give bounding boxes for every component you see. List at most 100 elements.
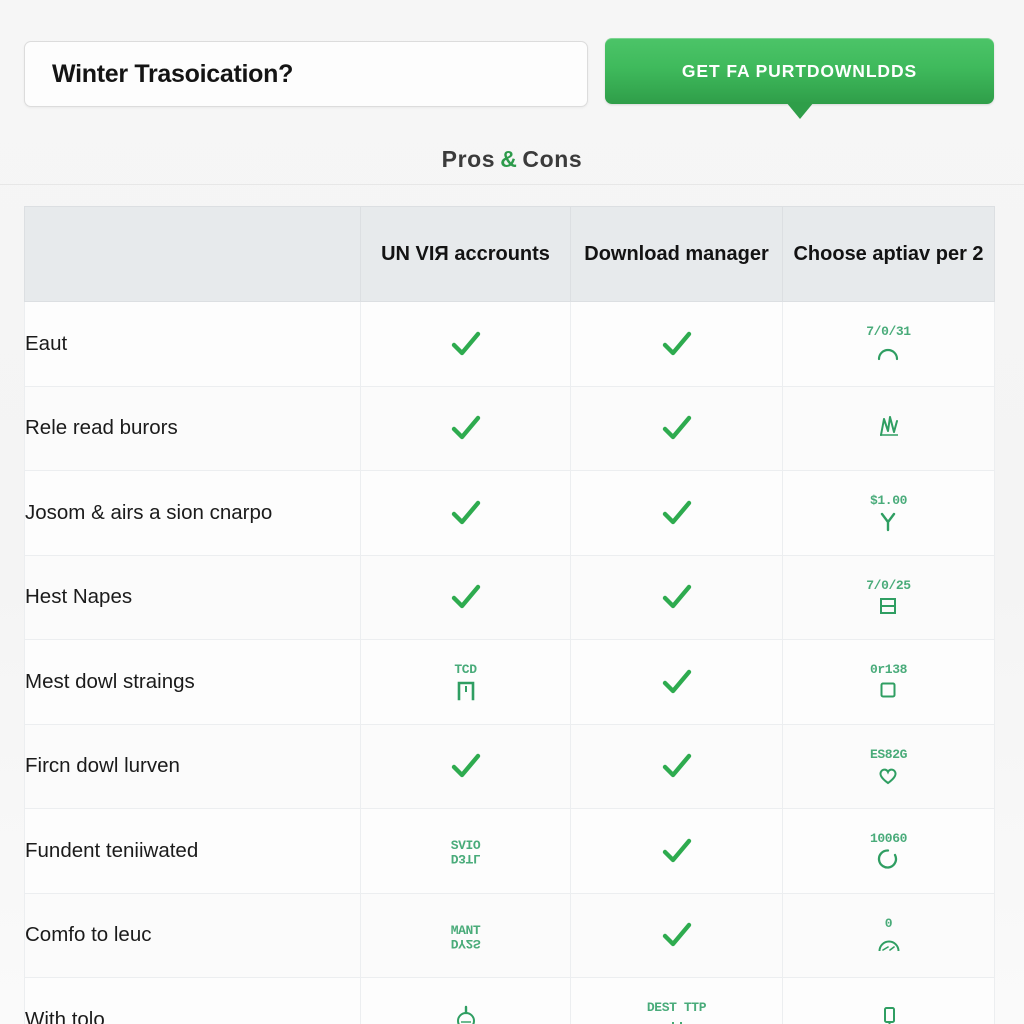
- section-title: Pros & Cons: [0, 146, 1024, 173]
- cell-glyph-shape: [453, 1005, 479, 1024]
- table-cell[interactable]: 7/0/25: [782, 554, 995, 640]
- cell-glyph-shape: [875, 508, 901, 534]
- table-cell[interactable]: 10060: [782, 808, 995, 894]
- table-cell[interactable]: MANT DY2S: [360, 892, 571, 978]
- cell-glyph-text: 7/0/31: [866, 324, 911, 340]
- mirrored-text-glyph-icon: MANT DY2S: [450, 922, 481, 951]
- search-box[interactable]: Winter Trasoication?: [24, 41, 588, 107]
- table-glyph-icon: 7/0/25: [866, 577, 911, 619]
- stamp-glyph-icon: DEST TTP: [646, 1000, 707, 1024]
- table-header-row: UN VIЯ accrounts Download manager Choose…: [24, 206, 995, 302]
- cell-glyph-text: 0r138: [869, 662, 907, 678]
- table-cell[interactable]: [570, 301, 783, 387]
- table-cell[interactable]: [570, 385, 783, 471]
- table-cell[interactable]: [570, 723, 783, 809]
- fork-glyph-icon: $1.00: [870, 494, 907, 534]
- row-label: Rele read burors: [24, 385, 361, 471]
- top-bar: Winter Trasoication? GET FA PURTDOWNLDDS: [0, 0, 1024, 126]
- cell-glyph-shape: [875, 339, 901, 365]
- table-row: With tolo DEST TTP: [24, 977, 995, 1024]
- mirrored-text-glyph-icon: SVIO D3TL: [450, 839, 481, 867]
- ring-glyph-icon: 10060: [870, 832, 907, 872]
- table-cell[interactable]: [570, 554, 783, 640]
- cell-glyph-shape: [875, 593, 901, 619]
- table-cell[interactable]: [360, 385, 571, 471]
- title-divider: [0, 184, 1024, 185]
- table-cell[interactable]: [782, 977, 995, 1024]
- gauge-glyph-icon: 0: [876, 917, 902, 957]
- table-cell[interactable]: [570, 808, 783, 894]
- table-cell[interactable]: 7/0/31: [782, 301, 995, 387]
- comparison-table: UN VIЯ accrounts Download manager Choose…: [24, 206, 995, 1024]
- cta-container: GET FA PURTDOWNLDDS: [605, 38, 994, 120]
- table-cell[interactable]: DEST TTP: [570, 977, 783, 1024]
- table-cell[interactable]: 0r138: [782, 639, 995, 725]
- table-cell[interactable]: 0: [782, 892, 995, 978]
- check-icon: [660, 923, 694, 947]
- row-label: Hest Napes: [24, 554, 361, 640]
- page-root: Winter Trasoication? GET FA PURTDOWNLDDS…: [0, 0, 1024, 1024]
- cell-glyph-text: DEST TTP: [646, 1000, 707, 1016]
- check-icon: [660, 838, 694, 862]
- row-label: Josom & airs a sion cnarpo: [24, 470, 361, 556]
- cell-glyph-shape: [876, 1005, 902, 1024]
- table-cell[interactable]: [360, 470, 571, 556]
- scribble-glyph-icon: [876, 412, 902, 439]
- column-header-feature: [24, 206, 361, 302]
- table-cell[interactable]: [360, 723, 571, 809]
- row-label: With tolo: [24, 977, 361, 1024]
- column-header-choose-option[interactable]: Choose aptiav per 2: [782, 206, 995, 302]
- cell-glyph-subtext: D3TL: [450, 851, 481, 867]
- table-row: Comfo to leuc MANT DY2S 0: [24, 892, 995, 978]
- table-cell[interactable]: [360, 554, 571, 640]
- table-cell[interactable]: ES82G: [782, 723, 995, 809]
- cell-glyph-shape: [876, 931, 902, 957]
- search-input[interactable]: Winter Trasoication?: [25, 60, 293, 89]
- cell-glyph-text: TCD: [454, 662, 477, 678]
- section-title-left: Pros: [441, 146, 496, 172]
- check-icon: [449, 585, 483, 609]
- table-cell[interactable]: SVIO D3TL: [360, 808, 571, 894]
- column-header-vip-accounts[interactable]: UN VIЯ accrounts: [360, 206, 571, 302]
- table-row: Hest Napes 7/0/25: [24, 554, 995, 640]
- table-cell[interactable]: $1.00: [782, 470, 995, 556]
- table-cell[interactable]: [570, 639, 783, 725]
- table-cell[interactable]: [360, 301, 571, 387]
- check-icon: [660, 331, 694, 355]
- section-title-ampersand: &: [500, 146, 518, 172]
- table-row: Fundent teniiwated SVIO D3TL 10060: [24, 808, 995, 894]
- cell-glyph-text: MANT: [450, 922, 481, 938]
- check-icon: [449, 331, 483, 355]
- table-cell[interactable]: [360, 977, 571, 1024]
- cta-pointer-icon: [786, 102, 814, 119]
- check-icon: [449, 416, 483, 440]
- cell-glyph-text: 7/0/25: [866, 577, 911, 593]
- check-icon: [660, 669, 694, 693]
- check-icon: [660, 585, 694, 609]
- row-label: Eaut: [24, 301, 361, 387]
- check-icon: [449, 754, 483, 778]
- table-cell[interactable]: TCD: [360, 639, 571, 725]
- table-cell[interactable]: [570, 470, 783, 556]
- table-row: Eaut 7/0/31: [24, 301, 995, 387]
- table-row: Rele read burors: [24, 385, 995, 471]
- cell-glyph-shape: [875, 677, 901, 703]
- column-header-download-manager[interactable]: Download manager: [570, 206, 783, 302]
- table-cell[interactable]: [782, 385, 995, 471]
- check-icon: [660, 416, 694, 440]
- get-downloads-button[interactable]: GET FA PURTDOWNLDDS: [605, 38, 994, 104]
- cell-glyph-shape: [875, 846, 901, 872]
- cell-glyph-text: 0: [884, 915, 893, 931]
- check-icon: [449, 500, 483, 524]
- dial-glyph-icon: [453, 1004, 479, 1024]
- cell-glyph-text: 10060: [869, 831, 907, 847]
- cell-glyph-text: $1.00: [869, 493, 907, 509]
- comparison-table-wrapper: UN VIЯ accrounts Download manager Choose…: [24, 206, 995, 1024]
- cell-glyph-shape: [664, 1015, 690, 1024]
- table-cell[interactable]: [570, 892, 783, 978]
- row-label: Mest dowl straings: [24, 639, 361, 725]
- cell-glyph-text: ES82G: [869, 746, 907, 762]
- row-label: Fundent teniiwated: [24, 808, 361, 894]
- check-icon: [660, 500, 694, 524]
- row-label: Comfo to leuc: [24, 892, 361, 978]
